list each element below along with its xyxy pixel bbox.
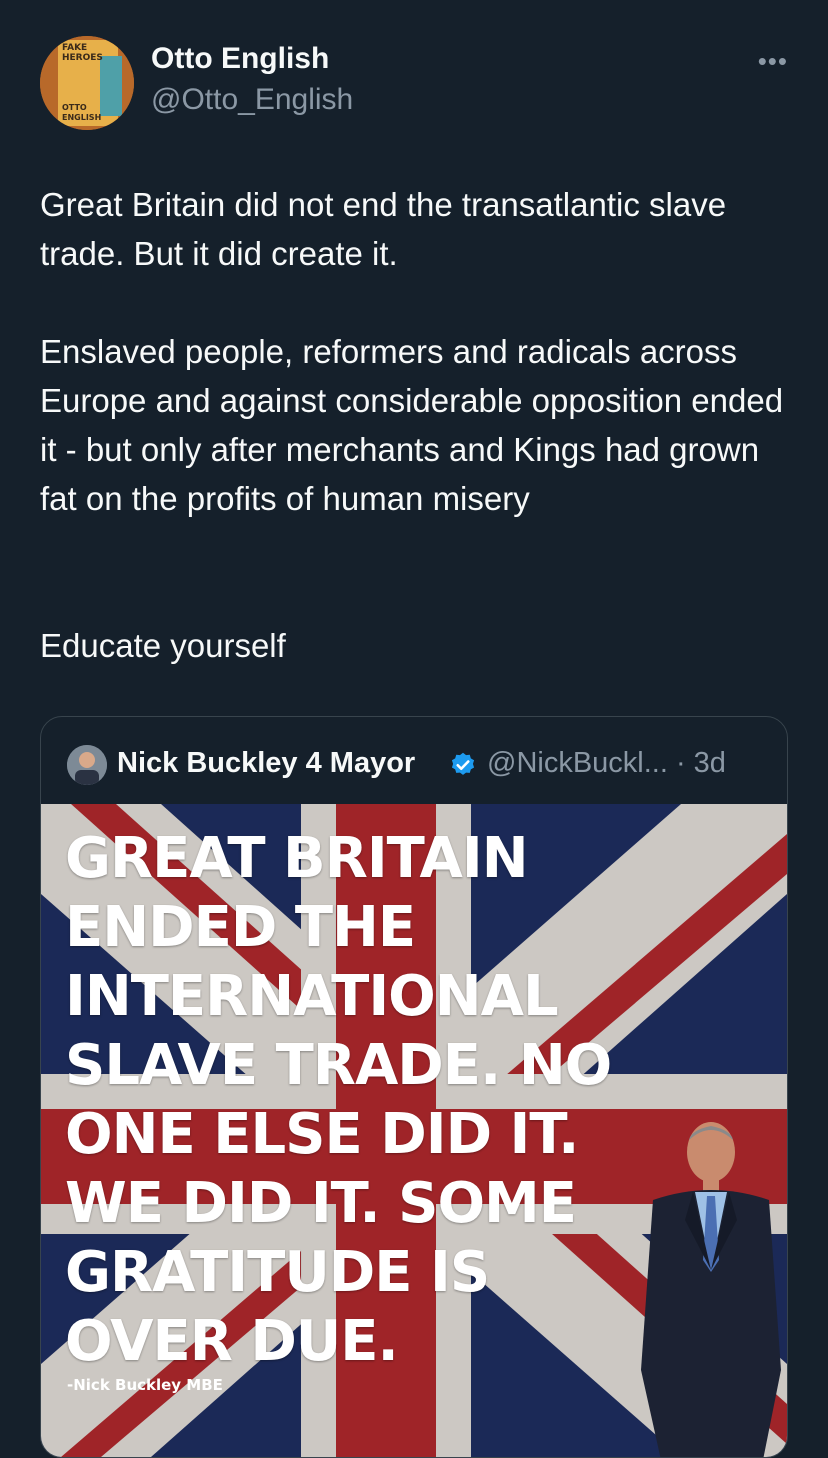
tweet-paragraph: Educate yourself	[40, 627, 286, 664]
svg-text:FAKE: FAKE	[62, 43, 87, 53]
author-handle[interactable]: @Otto_English	[151, 83, 353, 117]
svg-text:OTTO: OTTO	[62, 103, 87, 112]
quoted-handle-and-time[interactable]: @NickBuckl... · 3d	[487, 747, 726, 780]
poster-headline: GREAT BRITAIN ENDED THE INTERNATIONAL SL…	[65, 824, 625, 1376]
quoted-tweet-header: Nick Buckley 4 Mayor @NickBuckl... · 3d	[67, 743, 767, 787]
tweet-paragraph: Enslaved people, reformers and radicals …	[40, 333, 784, 517]
poster-line: INTERNATIONAL	[65, 964, 559, 1029]
poster-line: OVER DUE.	[65, 1309, 399, 1374]
quoted-tweet-image[interactable]: GREAT BRITAIN ENDED THE INTERNATIONAL SL…	[41, 804, 787, 1457]
poster-line: ENDED THE	[65, 895, 416, 960]
man-in-suit-photo	[641, 1122, 781, 1457]
poster-line: GRATITUDE IS	[65, 1240, 490, 1305]
more-options-icon[interactable]: •••	[758, 46, 788, 77]
quoted-author-name[interactable]: Nick Buckley 4 Mayor	[117, 747, 415, 780]
tweet-header: FAKE HEROES OTTO ENGLISH Otto English @O…	[40, 36, 788, 130]
poster-line: GREAT BRITAIN	[65, 826, 529, 891]
svg-text:ENGLISH: ENGLISH	[62, 113, 101, 122]
svg-text:HEROES: HEROES	[62, 53, 103, 63]
quoted-author-avatar[interactable]	[67, 745, 107, 785]
poster-line: WE DID IT. SOME	[65, 1171, 577, 1236]
author-name[interactable]: Otto English	[151, 42, 329, 76]
book-cover-avatar-image: FAKE HEROES OTTO ENGLISH	[40, 36, 134, 130]
poster-line: SLAVE TRADE. NO	[65, 1033, 612, 1098]
author-avatar[interactable]: FAKE HEROES OTTO ENGLISH	[40, 36, 134, 130]
tweet-paragraph: Great Britain did not end the transatlan…	[40, 186, 727, 272]
quoted-tweet-card[interactable]: Nick Buckley 4 Mayor @NickBuckl... · 3d	[40, 716, 788, 1458]
verified-badge-icon	[451, 752, 475, 775]
poster-attribution: -Nick Buckley MBE	[67, 1376, 223, 1394]
poster-line: ONE ELSE DID IT.	[65, 1102, 579, 1167]
